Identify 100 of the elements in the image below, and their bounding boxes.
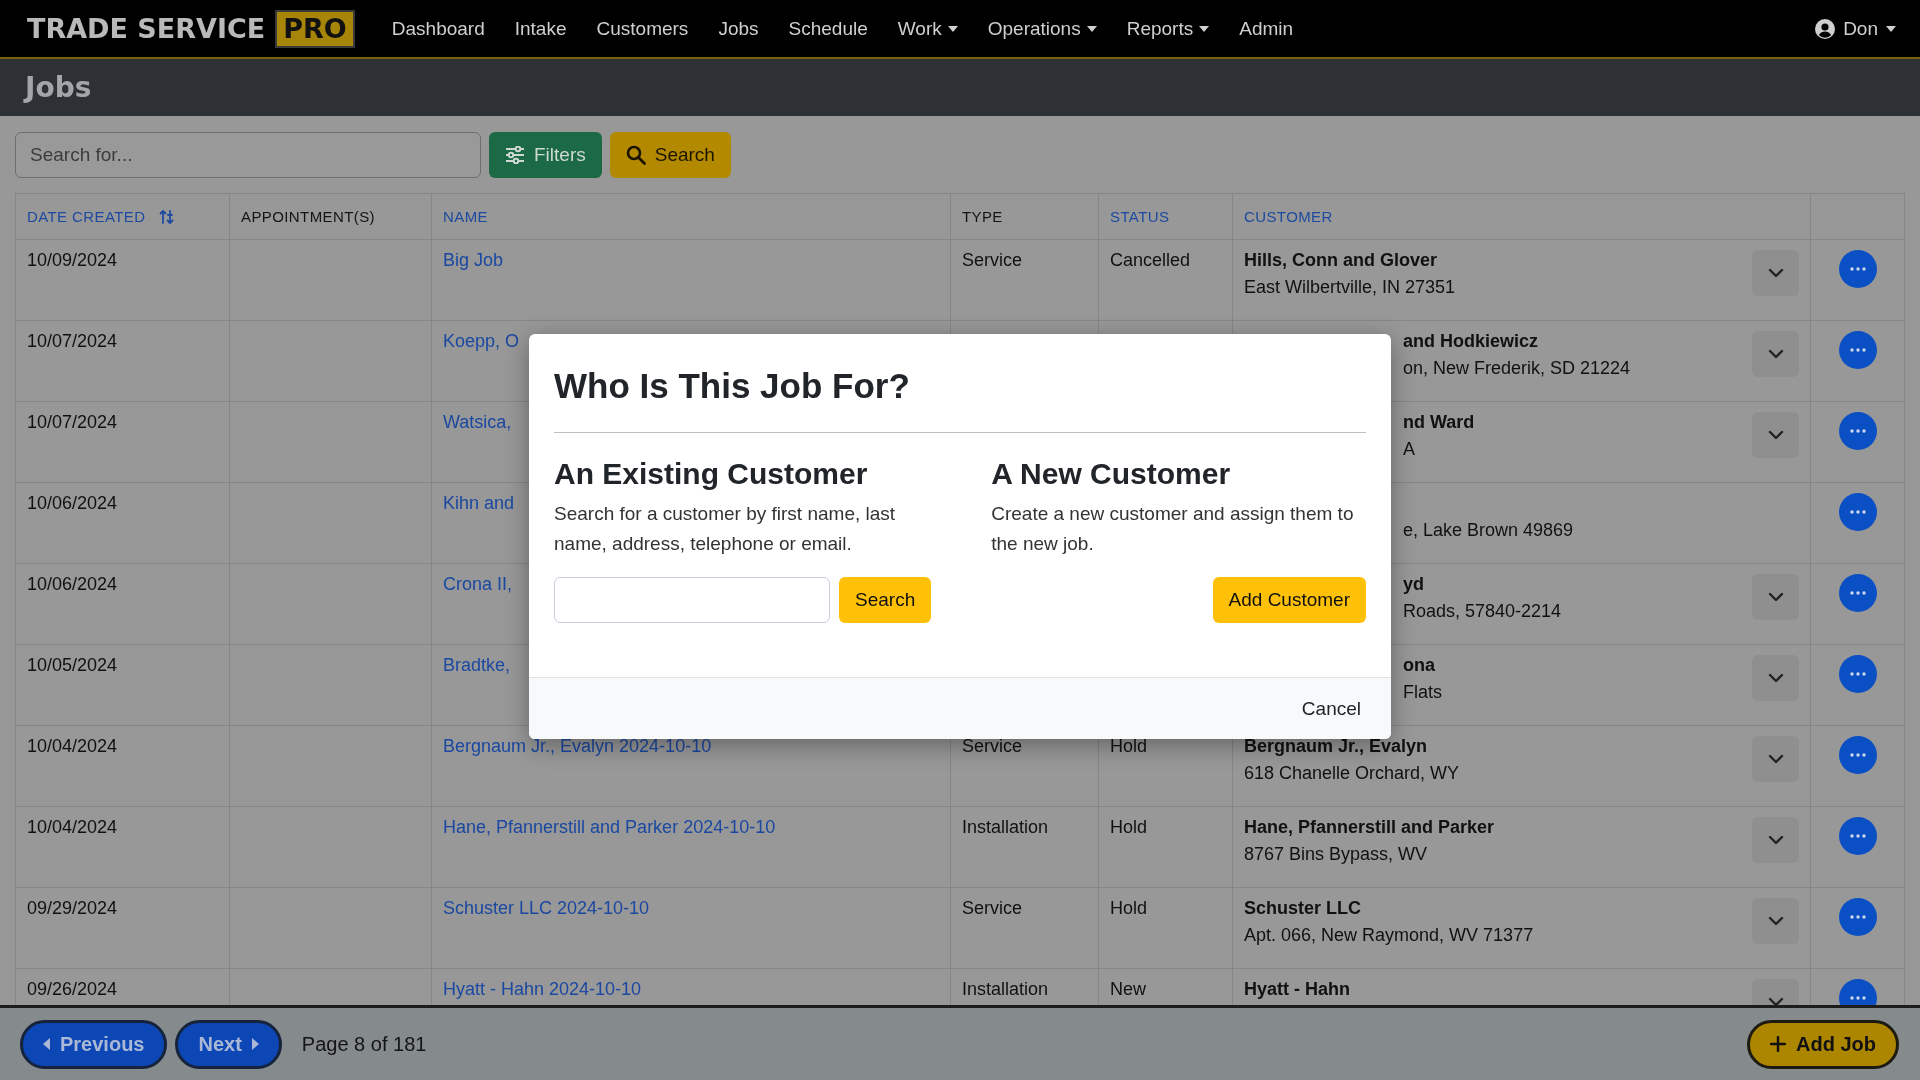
ellipsis-icon [1849,591,1866,595]
more-button[interactable] [1838,898,1877,936]
table-cell: Installation [962,817,1049,837]
search-button[interactable]: Search [839,577,932,623]
job-link[interactable]: Watsica, [443,412,512,432]
customer-address: Flats [1403,682,1442,703]
ellipsis-icon [1849,510,1866,514]
chevron-down-icon [1767,592,1784,602]
cancel-button[interactable]: Cancel [1293,691,1369,726]
ellipsis-icon [1849,915,1866,919]
table-cell: 10/06/2024 [27,574,118,594]
table-cell: 09/29/2024 [27,898,118,918]
section-heading: A New Customer [991,457,1232,491]
chevron-down-icon [1767,754,1784,764]
previous-button[interactable]: Previous [20,1019,168,1069]
section-description: Search for a customer by first name, last name, address, telephone or email. [554,502,897,556]
table-cell: 10/05/2024 [27,655,118,675]
column-header[interactable]: DATE CREATED [27,208,146,225]
search-field[interactable]: Search for... [15,131,481,178]
table-cell: Hold [1110,736,1148,756]
ellipsis-icon [1849,996,1866,1000]
job-link[interactable]: Crona II, [443,574,513,594]
chevron-down-icon [1767,916,1784,926]
more-button[interactable] [1838,493,1877,531]
search-icon [625,144,646,165]
customer-name: nd Ward [1403,412,1475,433]
table-cell: Cancelled [1110,250,1191,270]
nav-link[interactable]: Dashboard [376,17,500,40]
add-job-button[interactable]: Add Job [1747,1019,1899,1069]
page-info: Page 8 of 181 [301,1032,427,1056]
chevron-down-icon [1767,349,1784,359]
customer-name: Hane, Pfannerstill and Parker [1244,817,1495,838]
nav-link[interactable]: Work [882,17,973,40]
logo[interactable]: TRADE SERVICE PRO [27,9,355,48]
nav-link[interactable]: Intake [499,17,582,40]
more-button[interactable] [1838,250,1877,288]
job-link[interactable]: Bergnaum Jr., Evalyn 2024-10-10 [443,736,712,756]
nav-link[interactable]: Admin [1224,17,1309,40]
table-cell: 10/04/2024 [27,736,118,756]
table-cell: 10/07/2024 [27,331,118,351]
job-link[interactable]: Hane, Pfannerstill and Parker 2024-10-10 [443,817,776,837]
filters-button[interactable]: Filters [489,131,602,178]
table-cell: Hold [1110,817,1148,837]
more-button[interactable] [1838,412,1877,450]
caret-left-icon [43,1038,50,1050]
add-customer-button[interactable]: Add Customer [1212,577,1366,623]
chevron-down-icon [1767,430,1784,440]
nav-link[interactable]: Reports [1111,17,1225,40]
customer-address: East Wilbertville, IN 27351 [1244,277,1456,298]
caret-down-icon [1886,25,1896,32]
user-menu[interactable]: Don [1843,17,1878,40]
modal-title: Who Is This Job For? [554,356,1366,433]
job-link[interactable]: Kihn and [443,493,515,513]
user-icon [1815,18,1836,39]
table-cell: Service [962,736,1023,756]
more-button[interactable] [1838,979,1877,1005]
customer-name: Bergnaum Jr., Evalyn [1244,736,1429,757]
customer-name: Hyatt - Hahn [1244,979,1350,1000]
nav-link[interactable]: Jobs [703,17,774,40]
table-cell: 10/04/2024 [27,817,118,837]
table-cell: Service [962,898,1023,918]
column-header[interactable]: STATUS [1110,208,1170,225]
ellipsis-icon [1849,672,1866,676]
caret-right-icon [251,1038,259,1050]
customer-name: ona [1403,655,1436,676]
customer-name: Schuster LLC [1244,898,1363,919]
job-link[interactable]: Big Job [443,250,504,270]
customer-address: 8767 Bins Bypass, WV [1244,844,1429,865]
ellipsis-icon [1849,267,1866,271]
job-link[interactable]: Schuster LLC 2024-10-10 [443,898,650,918]
nav-link[interactable]: Schedule [773,17,883,40]
nav-link[interactable]: Operations [972,17,1112,40]
search-button[interactable]: Search [609,131,731,178]
section-description: Create a new customer and assign them to the new job. [991,502,1355,556]
customer-name: yd [1403,574,1425,595]
column-header: APPOINTMENT(S) [241,208,375,225]
table-cell: 10/07/2024 [27,412,118,432]
column-header[interactable]: CUSTOMER [1244,208,1333,225]
more-button[interactable] [1838,655,1877,693]
more-button[interactable] [1838,817,1877,855]
customer-name: Hills, Conn and Glover [1244,250,1439,271]
table-cell: 10/06/2024 [27,493,118,513]
job-link[interactable]: Koepp, O [443,331,520,351]
page-title: Jobs [25,71,92,104]
job-link[interactable]: Hyatt - Hahn 2024-10-10 [443,979,642,999]
ellipsis-icon [1849,753,1866,757]
table-cell: Service [962,250,1023,270]
table-cell: Hold [1110,898,1148,918]
more-button[interactable] [1838,331,1877,369]
more-button[interactable] [1838,574,1877,612]
customer-name: and Hodkiewicz [1403,331,1540,352]
chevron-down-icon [1767,673,1784,683]
column-header[interactable]: NAME [443,208,488,225]
job-link[interactable]: Bradtke, [443,655,511,675]
customer-search-field[interactable] [554,577,830,623]
more-button[interactable] [1838,736,1877,774]
chevron-down-icon [1767,835,1784,845]
customer-address: Apt. 066, New Raymond, WV 71377 [1244,925,1534,946]
next-button[interactable]: Next [175,1019,282,1069]
nav-link[interactable]: Customers [581,17,704,40]
